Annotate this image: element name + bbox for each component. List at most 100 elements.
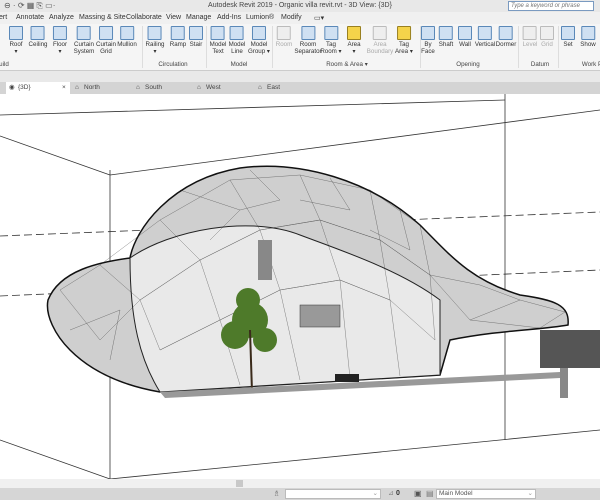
ribbon-tool-set[interactable]: Set [561, 26, 575, 48]
tool-sublabel: ▾ [58, 48, 62, 55]
vehicle [335, 374, 359, 382]
tool-label: Level [522, 41, 538, 48]
tool-icon [76, 26, 91, 40]
ribbon-group-label: Datum [530, 61, 550, 68]
ribbon-tool-room[interactable]: Room [276, 26, 292, 48]
tool-label: Ceiling [28, 41, 48, 48]
ribbon-tool-grid[interactable]: Grid [540, 26, 554, 48]
tool-icon [252, 26, 266, 40]
ribbon-group-label: uild [0, 61, 9, 68]
tab-massing-site[interactable]: Massing & Site [79, 14, 126, 21]
design-options-icon[interactable]: ▤ [426, 489, 434, 498]
close-icon[interactable]: × [62, 82, 66, 94]
view-tab-west[interactable]: ⌂ West [194, 82, 221, 94]
tool-icon [301, 26, 315, 40]
ribbon-tool-model-line[interactable]: Model Line [229, 26, 245, 55]
tab-add-ins[interactable]: Add-Ins [217, 14, 241, 21]
tool-icon [477, 26, 492, 40]
3d-viewport[interactable] [0, 94, 600, 479]
tab-label: {3D} [18, 84, 31, 91]
tool-sublabel: Grid [100, 48, 112, 55]
view-tab-north[interactable]: ⌂ North [72, 82, 100, 94]
group-divider [420, 26, 421, 68]
tab-lumion[interactable]: Lumion® [246, 14, 274, 21]
tab-view[interactable]: View [166, 14, 181, 21]
ribbon-tool-model-text[interactable]: Model Text [210, 26, 226, 55]
view-tab-3d[interactable]: ◉ {3D} × [6, 82, 70, 94]
ribbon-tool-level[interactable]: Level [522, 26, 538, 48]
tab-collaborate[interactable]: Collaborate [126, 14, 162, 21]
panel-toggle-icon[interactable]: ▭▾ [314, 14, 324, 22]
view-tabs: ◉ {3D} × ⌂ North ⌂ South ⌂ West ⌂ East [0, 82, 600, 94]
ribbon-tool-curtain-grid[interactable]: Curtain Grid [96, 26, 116, 55]
tool-label: Curtain [74, 41, 94, 48]
tool-icon [540, 26, 554, 40]
ribbon-tool-show[interactable]: Show [580, 26, 596, 48]
ribbon-group-label[interactable]: Room & Area ▾ [326, 61, 368, 68]
ribbon-tool-ramp[interactable]: Ramp [170, 26, 186, 48]
tool-icon [52, 26, 67, 40]
ribbon-tool-wall[interactable]: Wall [458, 26, 472, 48]
tab-analyze[interactable]: Analyze [49, 14, 74, 21]
tool-sublabel: ▾ [352, 48, 356, 55]
window-panel [258, 240, 272, 280]
editable-only-icon[interactable]: ▣ [414, 489, 422, 498]
ribbon-tool-stair[interactable]: Stair [189, 26, 203, 48]
status-bar: ♗ ⌄ ⊿ 0 ▣ ▤ Main Model ⌄ [0, 488, 600, 500]
tool-sublabel: Text [212, 48, 224, 55]
ribbon-group-label: Circulation [158, 61, 188, 68]
tool-label: Curtain [96, 41, 116, 48]
tool-sublabel: ▾ [153, 48, 157, 55]
filter-icon[interactable]: ⊿ [388, 489, 394, 497]
tab-manage[interactable]: Manage [186, 14, 211, 21]
ribbon-tool-curtain-system[interactable]: Curtain System [74, 26, 94, 55]
tab-annotate[interactable]: Annotate [16, 14, 44, 21]
horizontal-scrollbar[interactable] [0, 479, 600, 488]
tool-sublabel: Area ▾ [395, 48, 413, 55]
ribbon-tool-tag-room[interactable]: Tag Room ▾ [320, 26, 342, 55]
elevation-icon: ⌂ [75, 84, 79, 91]
ribbon-tool-area-boundary[interactable]: Area Boundary [367, 26, 393, 55]
tool-label: Railing [145, 41, 165, 48]
ribbon-tool-shaft[interactable]: Shaft [439, 26, 453, 48]
design-option-combo[interactable]: Main Model ⌄ [436, 489, 536, 499]
tool-label: Set [563, 41, 573, 48]
tool-label: Model [250, 41, 268, 48]
tool-label: Area [373, 41, 387, 48]
tab-label: North [84, 84, 100, 91]
tool-label: Wall [459, 41, 471, 48]
ribbon-tool-dormer[interactable]: Dormer [496, 26, 516, 48]
view-tab-east[interactable]: ⌂ East [255, 82, 280, 94]
tool-icon [522, 26, 537, 40]
ribbon-tool-railing[interactable]: Railing ▾ [145, 26, 165, 55]
tab-modify[interactable]: Modify [281, 14, 302, 21]
tool-icon [229, 26, 244, 40]
elevation-icon: ⌂ [258, 84, 262, 91]
ribbon-tool-room-separator[interactable]: Room Separator [294, 26, 322, 55]
ribbon-tool-area[interactable]: Area ▾ [347, 26, 361, 55]
workset-combo[interactable]: ⌄ [285, 489, 381, 499]
ribbon-tool-model-group[interactable]: Model Group ▾ [248, 26, 270, 55]
ribbon-tool-ceiling[interactable]: Ceiling [28, 26, 48, 48]
tab-insert[interactable]: ert [0, 14, 7, 21]
ribbon-tool-floor[interactable]: Floor ▾ [53, 26, 67, 55]
tool-icon [324, 26, 338, 40]
tool-sublabel: Group ▾ [247, 48, 271, 55]
ribbon-tool-by-face[interactable]: By Face [421, 26, 435, 55]
scrollbar-thumb[interactable] [236, 480, 243, 487]
ribbon-tool-vertical[interactable]: Vertical [475, 26, 495, 48]
tool-icon [276, 26, 291, 40]
ribbon-group-label: Work P [581, 61, 600, 68]
tool-sublabel: ▾ [14, 48, 18, 55]
tool-sublabel: Line [231, 48, 243, 55]
ribbon-group-label: Model [230, 61, 248, 68]
ribbon-tool-roof[interactable]: Roof ▾ [9, 26, 23, 55]
view-tab-south[interactable]: ⌂ South [133, 82, 162, 94]
group-divider [272, 26, 273, 68]
tool-label: Tag [326, 41, 336, 48]
tool-label: Tag [399, 41, 409, 48]
search-input[interactable]: Type a keyword or phrase [508, 1, 594, 11]
tool-icon [438, 26, 453, 40]
ribbon-tool-tag-area[interactable]: Tag Area ▾ [395, 26, 413, 55]
ribbon-tool-mullion[interactable]: Mullion [117, 26, 137, 48]
